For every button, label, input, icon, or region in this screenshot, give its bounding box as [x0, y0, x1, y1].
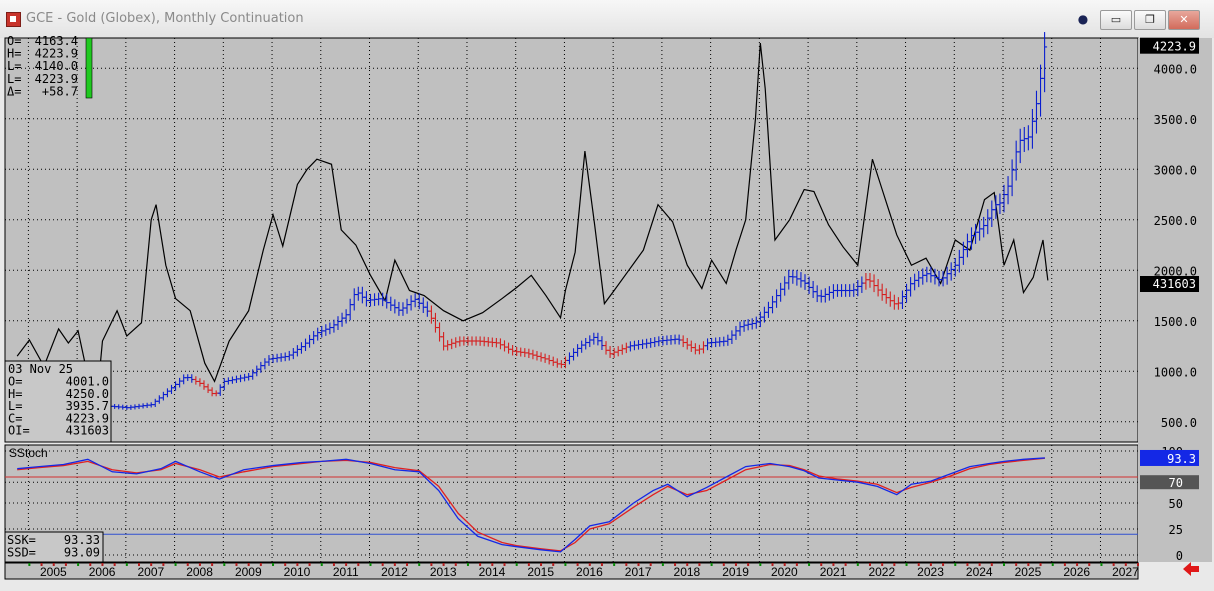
year-label: 2009: [235, 565, 262, 579]
stoch-readout-label: SSD=: [7, 546, 36, 560]
readout-top-label: Δ=: [7, 84, 21, 98]
year-label: 2015: [527, 565, 554, 579]
year-label: 2006: [89, 565, 116, 579]
year-label: 2010: [284, 565, 311, 579]
year-label: 2012: [381, 565, 408, 579]
price-tick-label: 4000.0: [1154, 62, 1197, 76]
year-label: 2021: [820, 565, 847, 579]
year-label: 2014: [479, 565, 506, 579]
stoch-readout-value: 93.09: [64, 546, 100, 560]
year-label: 2018: [674, 565, 701, 579]
year-label: 2016: [576, 565, 603, 579]
year-label: 2011: [333, 565, 359, 579]
readout-bottom-value: 431603: [66, 424, 109, 438]
stoch-title: SStoch: [9, 446, 48, 460]
price-tick-label: 2500.0: [1154, 214, 1197, 228]
last-price-label: 4223.9: [1153, 40, 1196, 54]
year-label: 2013: [430, 565, 457, 579]
year-label: 2005: [40, 565, 67, 579]
ssd-badge-label: 70: [1169, 476, 1183, 490]
stoch-tick-label: 0: [1176, 549, 1183, 563]
year-label: 2007: [137, 565, 164, 579]
stoch-tick-label: 25: [1169, 523, 1183, 537]
year-label: 2017: [625, 565, 652, 579]
year-label: 2008: [186, 565, 213, 579]
oi-last-label: 431603: [1153, 277, 1196, 291]
volume-indicator: [85, 37, 93, 99]
price-tick-label: 1500.0: [1154, 315, 1197, 329]
gold-chart[interactable]: 500.01000.01500.02000.02500.03000.03500.…: [0, 0, 1214, 591]
year-label: 2026: [1063, 565, 1090, 579]
year-label: 2027: [1112, 565, 1139, 579]
readout-top-value: +58.7: [42, 84, 78, 98]
price-tick-label: 3000.0: [1154, 163, 1197, 177]
year-label: 2019: [722, 565, 749, 579]
year-label: 2024: [966, 565, 993, 579]
year-label: 2020: [771, 565, 798, 579]
price-tick-label: 1000.0: [1154, 365, 1197, 379]
stoch-tick-label: 50: [1169, 497, 1183, 511]
price-tick-label: 500.0: [1161, 416, 1197, 430]
price-tick-label: 3500.0: [1154, 113, 1197, 127]
readout-bottom-label: OI=: [8, 424, 30, 438]
year-label: 2025: [1015, 565, 1042, 579]
ssk-badge-label: 93.3: [1167, 452, 1196, 466]
year-label: 2023: [917, 565, 944, 579]
year-label: 2022: [868, 565, 895, 579]
